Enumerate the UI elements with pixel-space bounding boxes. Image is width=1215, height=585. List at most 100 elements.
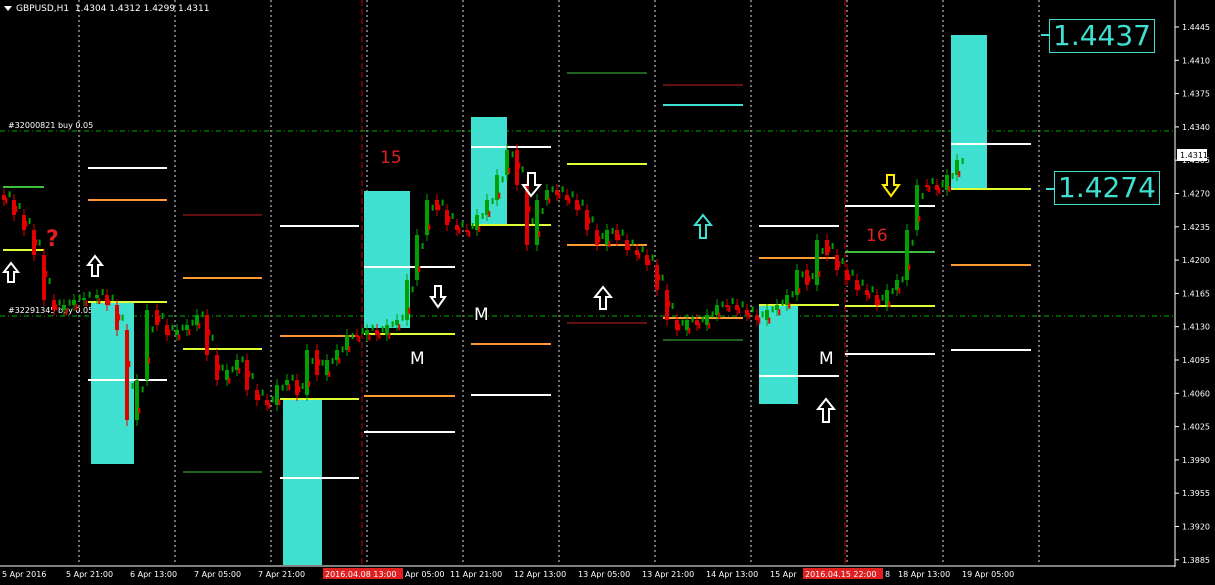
price-chart[interactable]: #32000821 buy 0.05 #32291345 buy 0.05 ? … [0,0,1215,585]
candle-body [778,309,781,316]
current-price-value: 1.4311 [1180,151,1208,160]
candle-body [651,254,654,261]
candle-body [561,186,564,193]
count-label-16: 16 [866,226,888,246]
candle-body [901,276,904,283]
count-label-15: 15 [380,148,402,168]
candle-body [921,193,924,199]
candle-body [48,278,51,284]
candle-body [458,227,461,234]
candle-body [661,274,664,281]
candle-body [301,383,304,389]
up-arrow-icon [1,261,21,283]
candle-body [408,307,411,314]
candle-body [398,324,401,331]
candle-body [581,199,584,206]
candle-body [95,295,99,298]
candle-body [621,229,624,236]
candle-body [591,216,594,223]
candle-body [128,361,131,367]
candle-body [231,366,234,373]
time-tick-label: 15 Apr [770,570,797,579]
candle-body [898,287,901,294]
candle-body [501,176,504,183]
candle-body [185,325,189,330]
candle-body [298,386,301,392]
price-box-bottom: 1.4274 [1054,171,1160,205]
candle-body [365,330,369,335]
candle-body [491,198,494,204]
candle-body [951,173,954,179]
order-label-2: #32291345 buy 0.05 [8,306,93,315]
up-arrow-icon [815,397,837,423]
price-tick-label: 1.3920 [1182,523,1210,532]
chart-menu-icon[interactable] [4,6,12,11]
candle-body [528,206,531,212]
price-box-bottom-pointer [1046,188,1054,190]
candle-body [191,319,194,326]
candle-body [161,313,164,319]
candle-body [391,321,394,328]
candle-body [75,304,78,311]
candle-body [411,286,414,293]
candle-body [428,224,431,231]
time-tick-label: 7 Apr 05:00 [194,570,241,579]
candle-body [911,239,914,246]
range-boxes [91,35,987,565]
candle-body [801,271,804,278]
candle-body [928,186,931,192]
candle-body [488,211,491,217]
candle-body [118,314,121,321]
candle-body [648,259,651,266]
candle-body [261,389,264,396]
candle-body [45,271,48,277]
candle-body [838,261,841,267]
candle-body [395,320,399,325]
price-tick-label: 1.4200 [1182,256,1210,265]
candle-body [308,381,311,387]
candle-body [438,204,441,211]
candle-body [318,359,321,366]
candle-body [168,329,171,336]
candle-body [285,380,289,385]
candle-body [688,327,691,334]
candle-body [908,264,911,271]
candle-body [211,334,214,341]
candle-body [5,197,8,204]
price-box-top-pointer [1041,34,1049,36]
candle-body [558,192,561,199]
price-box-top-value: 1.4437 [1053,19,1151,52]
candle-body [421,243,424,249]
candle-body [221,364,224,371]
time-tick-label: 6 Apr 13:00 [130,570,177,579]
candle-body [701,316,704,323]
candle-body [521,166,524,173]
price-tick-label: 1.3885 [1182,556,1210,565]
candle-body [311,358,314,364]
candle-body [915,185,919,230]
candle-body [868,292,871,299]
time-highlight-2-label: 2016.04.15 22:00 [805,570,876,579]
candle-body [518,162,521,169]
candle-body [678,324,681,331]
candle-body [188,329,191,336]
price-box-top: 1.4437 [1049,19,1155,53]
candle-body [738,307,741,314]
candle-body [948,186,951,192]
candle-body [531,218,534,224]
m-label: M [474,305,489,325]
candle-body [361,328,364,334]
candle-body [78,294,81,301]
candle-body [698,322,701,329]
candle-body [42,255,46,300]
candle-body [181,324,184,331]
price-tick-label: 1.4165 [1182,289,1210,298]
candle-body [958,171,961,177]
candle-body [98,298,101,304]
candle-body [431,204,434,211]
candle-body [541,208,544,214]
candle-body [481,213,484,219]
order-label-1: #32000821 buy 0.05 [8,121,93,130]
candle-body [601,233,604,239]
candle-body [461,221,464,228]
